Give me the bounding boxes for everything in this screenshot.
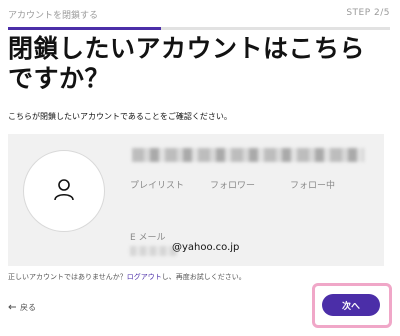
note-suffix: し、再度お試しください。	[161, 273, 246, 281]
page-subtitle: こちらが閉鎖したいアカウントであることをご確認ください。	[8, 112, 232, 121]
progress-bar	[8, 27, 390, 30]
wrong-account-note: 正しいアカウントではありませんか？ログアウトし、再度お試しください。	[8, 272, 246, 282]
email-label: E メール	[130, 233, 166, 243]
stat-following: フォロー中	[290, 181, 336, 191]
blurred-email-local	[130, 246, 178, 256]
blurred-username	[132, 148, 364, 162]
email-value: @yahoo.co.jp	[172, 242, 240, 253]
stat-playlists: プレイリスト	[130, 181, 185, 191]
avatar	[23, 150, 105, 232]
page-header: アカウントを閉鎖する	[8, 11, 99, 21]
back-button[interactable]: 戻る	[8, 302, 36, 313]
progress-fill	[8, 27, 161, 30]
back-label: 戻る	[20, 303, 36, 312]
next-button[interactable]: 次へ	[322, 294, 380, 316]
stat-followers: フォロワー	[210, 181, 256, 191]
account-card: プレイリスト フォロワー フォロー中 E メール @yahoo.co.jp	[8, 134, 384, 266]
top-bar: アカウントを閉鎖する STEP 2/5	[0, 0, 400, 30]
page-title: 閉鎖したいアカウントはこちらですか？	[8, 34, 366, 93]
note-prefix: 正しいアカウントではありませんか？	[8, 273, 127, 281]
next-label: 次へ	[341, 301, 360, 312]
user-icon	[51, 176, 77, 206]
arrow-left-icon	[8, 303, 16, 312]
step-indicator: STEP 2/5	[346, 8, 390, 18]
logout-link[interactable]: ログアウト	[127, 273, 162, 281]
